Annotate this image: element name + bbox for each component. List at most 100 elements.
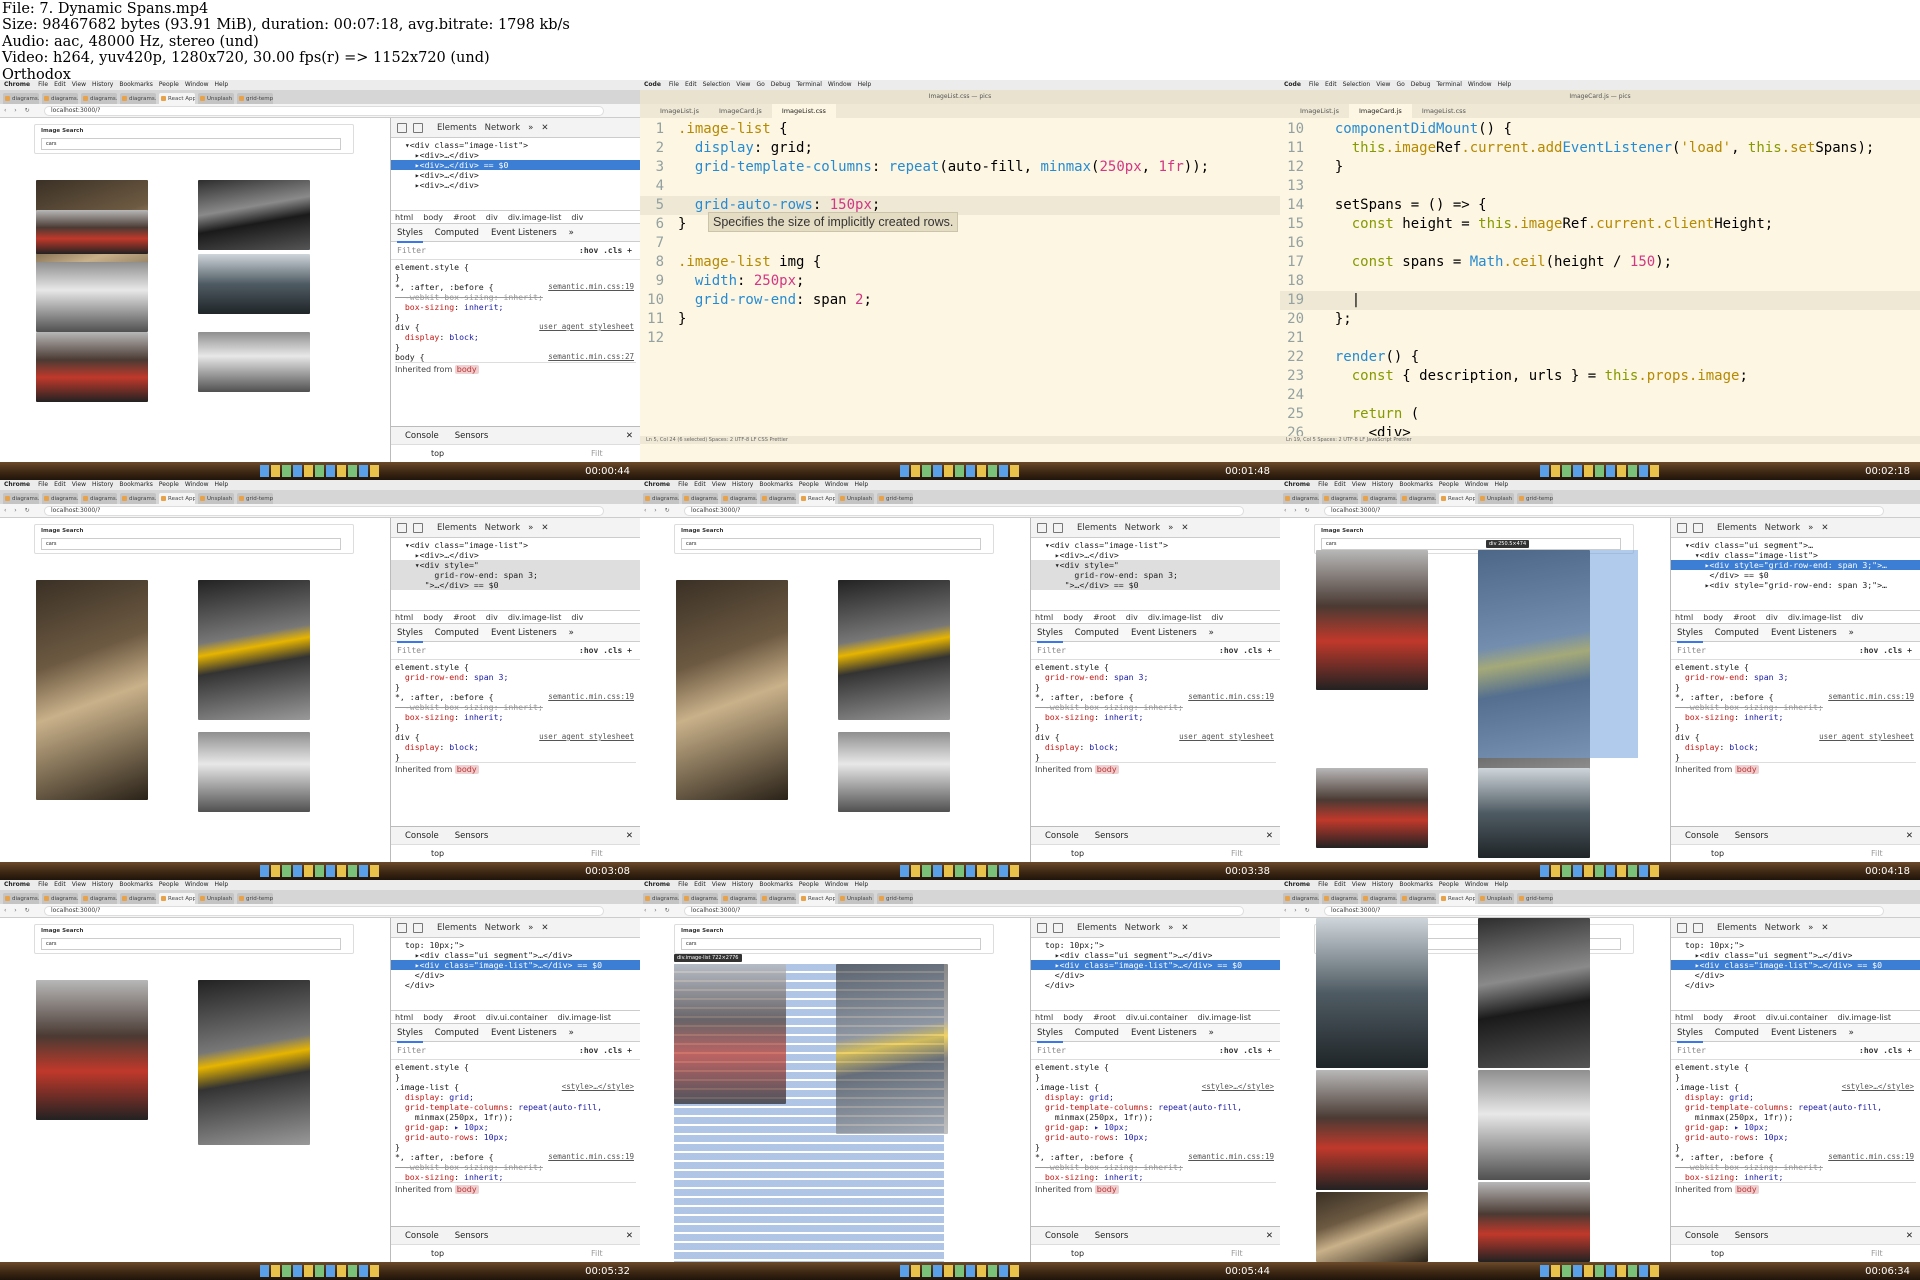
breadcrumb-item[interactable]: #root	[1733, 1013, 1756, 1022]
dom-node[interactable]: </div>	[391, 970, 640, 980]
css-value[interactable]: inherit;	[459, 712, 503, 722]
browser-tab[interactable]: diagrams.xml	[760, 893, 796, 904]
menu-bookmarks[interactable]: Bookmarks	[1399, 481, 1433, 488]
browser-tab[interactable]: diagrams.xml	[120, 893, 156, 904]
menu-bookmarks[interactable]: Bookmarks	[119, 481, 153, 488]
car-photo[interactable]	[674, 964, 786, 1104]
menu-window[interactable]: Window	[825, 481, 849, 488]
breadcrumb-item[interactable]: div.image-list	[1788, 613, 1842, 622]
app-menu[interactable]: Chrome	[4, 481, 30, 488]
menu-edit[interactable]: Edit	[54, 881, 66, 888]
browser-tab[interactable]: diagrams.xml	[3, 893, 39, 904]
sensors-tab[interactable]: Sensors	[1735, 831, 1769, 841]
css-value[interactable]: 10px;	[479, 1132, 509, 1142]
css-value[interactable]: inherit;	[1099, 1172, 1143, 1182]
stylesheet-link[interactable]: user agent stylesheet	[539, 732, 634, 742]
network-tab[interactable]: Network	[1125, 523, 1161, 533]
car-photo[interactable]	[1316, 1070, 1428, 1190]
close-drawer-icon[interactable]: ✕	[1906, 827, 1913, 845]
network-tab[interactable]: Network	[1765, 523, 1801, 533]
close-drawer-icon[interactable]: ✕	[626, 827, 633, 845]
menu-help[interactable]: Help	[855, 481, 869, 488]
close-icon[interactable]: ✕	[1821, 923, 1828, 933]
css-property[interactable]: grid-auto-rows	[1045, 1132, 1114, 1142]
css-value[interactable]: span 3;	[1109, 672, 1149, 682]
breadcrumb-item[interactable]: div.ui.container	[486, 1013, 548, 1022]
address-field[interactable]: localhost:3000/?	[44, 106, 604, 116]
css-property[interactable]: grid-template-columns	[405, 1102, 509, 1112]
menu-history[interactable]: History	[92, 481, 113, 488]
breadcrumb-item[interactable]: div	[1211, 613, 1223, 622]
app-menu[interactable]: Code	[1284, 81, 1301, 88]
search-input[interactable]: cars	[41, 938, 341, 950]
menu-view[interactable]: View	[1376, 81, 1390, 88]
css-value[interactable]: span 3;	[469, 672, 509, 682]
css-value[interactable]: block;	[1084, 742, 1119, 752]
more-tabs-icon[interactable]: »	[569, 228, 574, 238]
css-value[interactable]: block;	[1724, 742, 1759, 752]
car-photo[interactable]	[198, 580, 310, 720]
inherited-body-link[interactable]: body	[1094, 1185, 1119, 1194]
styles-filter-input[interactable]: Filter:hov .cls +	[1671, 642, 1920, 660]
browser-tab[interactable]: Unsplash API Do	[1478, 493, 1514, 504]
browser-tab[interactable]: diagrams.xml	[721, 893, 757, 904]
car-photo[interactable]	[36, 262, 148, 332]
css-value[interactable]: 10px;	[1759, 1132, 1789, 1142]
dom-node[interactable]: ">…</div> == $0	[391, 580, 640, 590]
dom-node[interactable]: ▸<div>…</div>	[391, 550, 640, 560]
browser-tab[interactable]: React App	[1439, 893, 1475, 904]
stylesheet-link[interactable]: semantic.min.css:19	[548, 1152, 634, 1162]
tab-styles[interactable]: Styles	[1677, 1028, 1703, 1043]
tab-styles[interactable]: Styles	[1037, 628, 1063, 643]
dom-node[interactable]: ▸<div style="grid-row-end: span 3;">…	[1671, 560, 1920, 570]
menu-window[interactable]: Window	[825, 881, 849, 888]
breadcrumb-item[interactable]: body	[423, 213, 443, 222]
menu-window[interactable]: Window	[185, 881, 209, 888]
hov-cls-buttons[interactable]: :hov .cls +	[1219, 1042, 1272, 1060]
tab-computed[interactable]: Computed	[435, 628, 479, 638]
address-field[interactable]: localhost:3000/?	[44, 906, 604, 916]
app-menu[interactable]: Chrome	[1284, 881, 1310, 888]
css-value[interactable]: grid;	[1084, 1092, 1114, 1102]
dom-node[interactable]: ▾<div class="ui segment">…	[1671, 540, 1920, 550]
inspect-icon[interactable]	[397, 522, 407, 533]
css-value[interactable]: grid;	[444, 1092, 474, 1102]
browser-tab[interactable]: Unsplash API Do	[198, 93, 234, 104]
car-photo[interactable]	[198, 254, 310, 314]
css-value[interactable]: 10px;	[1119, 1132, 1149, 1142]
more-tabs-icon[interactable]: »	[1849, 1028, 1854, 1038]
menu-view[interactable]: View	[712, 881, 726, 888]
browser-tab[interactable]: diagrams.xml	[1400, 493, 1436, 504]
menu-edit[interactable]: Edit	[1334, 881, 1346, 888]
browser-tab[interactable]: grid-template	[877, 893, 913, 904]
browser-tab[interactable]: diagrams.xml	[42, 493, 78, 504]
menu-view[interactable]: View	[712, 481, 726, 488]
tab-event-listeners[interactable]: Event Listeners	[1771, 1028, 1837, 1038]
app-menu[interactable]: Chrome	[4, 881, 30, 888]
styles-filter-input[interactable]: Filter:hov .cls +	[1031, 642, 1280, 660]
car-photo[interactable]	[198, 732, 310, 812]
menu-help[interactable]: Help	[215, 481, 229, 488]
dom-node[interactable]: top: 10px;">	[391, 940, 640, 950]
context-select[interactable]: top	[1071, 849, 1084, 858]
network-tab[interactable]: Network	[1125, 923, 1161, 933]
menu-bookmarks[interactable]: Bookmarks	[759, 481, 793, 488]
menu-view[interactable]: View	[72, 481, 86, 488]
browser-tab[interactable]: diagrams.xml	[1361, 893, 1397, 904]
menu-bookmarks[interactable]: Bookmarks	[759, 881, 793, 888]
tab-event-listeners[interactable]: Event Listeners	[491, 228, 557, 238]
css-property[interactable]: grid-gap	[1685, 1122, 1724, 1132]
css-property[interactable]: box-sizing	[1685, 712, 1734, 722]
menu-file[interactable]: File	[38, 881, 48, 888]
car-photo[interactable]	[36, 980, 148, 1120]
console-filter[interactable]: Filt	[591, 845, 603, 862]
menu-help[interactable]: Help	[855, 881, 869, 888]
menu-terminal[interactable]: Terminal	[797, 81, 822, 88]
menu-help[interactable]: Help	[1495, 481, 1509, 488]
browser-tab[interactable]: React App	[799, 493, 835, 504]
browser-tab[interactable]: React App	[159, 93, 195, 104]
car-photo[interactable]	[36, 210, 148, 254]
menu-window[interactable]: Window	[185, 481, 209, 488]
dom-node[interactable]: ▸<div>…</div>	[1031, 550, 1280, 560]
browser-tab[interactable]: diagrams.xml	[120, 93, 156, 104]
